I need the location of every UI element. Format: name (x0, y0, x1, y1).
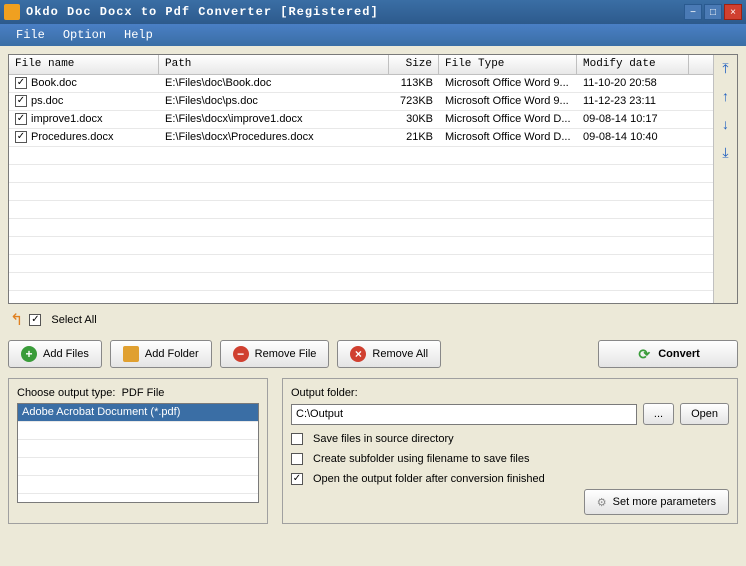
window-title: Okdo Doc Docx to Pdf Converter [Register… (26, 5, 682, 19)
open-after-checkbox[interactable] (291, 473, 303, 485)
move-down-button[interactable]: ↓ (717, 115, 735, 133)
col-size[interactable]: Size (389, 55, 439, 74)
row-checkbox[interactable] (15, 95, 27, 107)
table-row[interactable]: ps.docE:\Files\doc\ps.doc723KBMicrosoft … (9, 93, 713, 111)
table-row (9, 219, 713, 237)
col-modifydate[interactable]: Modify date (577, 55, 689, 74)
table-row (9, 291, 713, 303)
app-icon (4, 4, 20, 20)
create-subfolder-label: Create subfolder using filename to save … (313, 453, 529, 465)
table-row[interactable]: Procedures.docxE:\Files\docx\Procedures.… (9, 129, 713, 147)
convert-button[interactable]: ⟳Convert (598, 340, 738, 368)
output-type-option[interactable]: Adobe Acrobat Document (*.pdf) (18, 404, 258, 422)
open-after-label: Open the output folder after conversion … (313, 473, 545, 485)
row-checkbox[interactable] (15, 113, 27, 125)
table-row (9, 165, 713, 183)
col-filename[interactable]: File name (9, 55, 159, 74)
close-button[interactable]: × (724, 4, 742, 20)
menu-help[interactable]: Help (116, 26, 161, 44)
create-subfolder-checkbox[interactable] (291, 453, 303, 465)
open-folder-button[interactable]: Open (680, 403, 729, 425)
menu-file[interactable]: File (8, 26, 53, 44)
save-in-source-checkbox[interactable] (291, 433, 303, 445)
save-in-source-label: Save files in source directory (313, 433, 454, 445)
output-type-label: Choose output type: (17, 387, 115, 399)
table-row (9, 255, 713, 273)
col-path[interactable]: Path (159, 55, 389, 74)
output-type-panel: Choose output type: PDF File Adobe Acrob… (8, 378, 268, 524)
set-more-parameters-button[interactable]: ⚙Set more parameters (584, 489, 729, 515)
reorder-panel: ⤒ ↑ ↓ ⤓ (713, 55, 737, 303)
output-folder-label: Output folder: (291, 387, 729, 399)
up-folder-icon[interactable]: ↰ (10, 310, 23, 330)
plus-icon: + (21, 346, 37, 362)
row-checkbox[interactable] (15, 131, 27, 143)
table-row (9, 273, 713, 291)
select-all-label: Select All (51, 314, 96, 326)
menu-option[interactable]: Option (55, 26, 114, 44)
maximize-button[interactable]: □ (704, 4, 722, 20)
move-bottom-button[interactable]: ⤓ (717, 143, 735, 161)
table-row (9, 183, 713, 201)
remove-all-button[interactable]: ×Remove All (337, 340, 441, 368)
output-type-value: PDF File (122, 387, 165, 399)
row-checkbox[interactable] (15, 77, 27, 89)
output-type-list[interactable]: Adobe Acrobat Document (*.pdf) (17, 403, 259, 503)
file-list-header: File name Path Size File Type Modify dat… (9, 55, 713, 75)
select-all-checkbox[interactable] (29, 314, 41, 326)
table-row[interactable]: Book.docE:\Files\doc\Book.doc113KBMicros… (9, 75, 713, 93)
minimize-button[interactable]: − (684, 4, 702, 20)
title-bar: Okdo Doc Docx to Pdf Converter [Register… (0, 0, 746, 24)
output-folder-input[interactable] (291, 404, 637, 425)
add-folder-button[interactable]: Add Folder (110, 340, 212, 368)
browse-button[interactable]: ... (643, 403, 674, 425)
minus-icon: − (233, 346, 249, 362)
table-row (9, 201, 713, 219)
col-filetype[interactable]: File Type (439, 55, 577, 74)
table-row (9, 237, 713, 255)
output-folder-panel: Output folder: ... Open Save files in so… (282, 378, 738, 524)
move-up-button[interactable]: ↑ (717, 87, 735, 105)
add-files-button[interactable]: +Add Files (8, 340, 102, 368)
convert-icon: ⟳ (636, 346, 652, 362)
table-row[interactable]: improve1.docxE:\Files\docx\improve1.docx… (9, 111, 713, 129)
remove-all-icon: × (350, 346, 366, 362)
gear-icon: ⚙ (597, 496, 607, 509)
folder-icon (123, 346, 139, 362)
remove-file-button[interactable]: −Remove File (220, 340, 330, 368)
file-list: File name Path Size File Type Modify dat… (8, 54, 738, 304)
move-top-button[interactable]: ⤒ (717, 59, 735, 77)
table-row (9, 147, 713, 165)
menu-bar: File Option Help (0, 24, 746, 46)
